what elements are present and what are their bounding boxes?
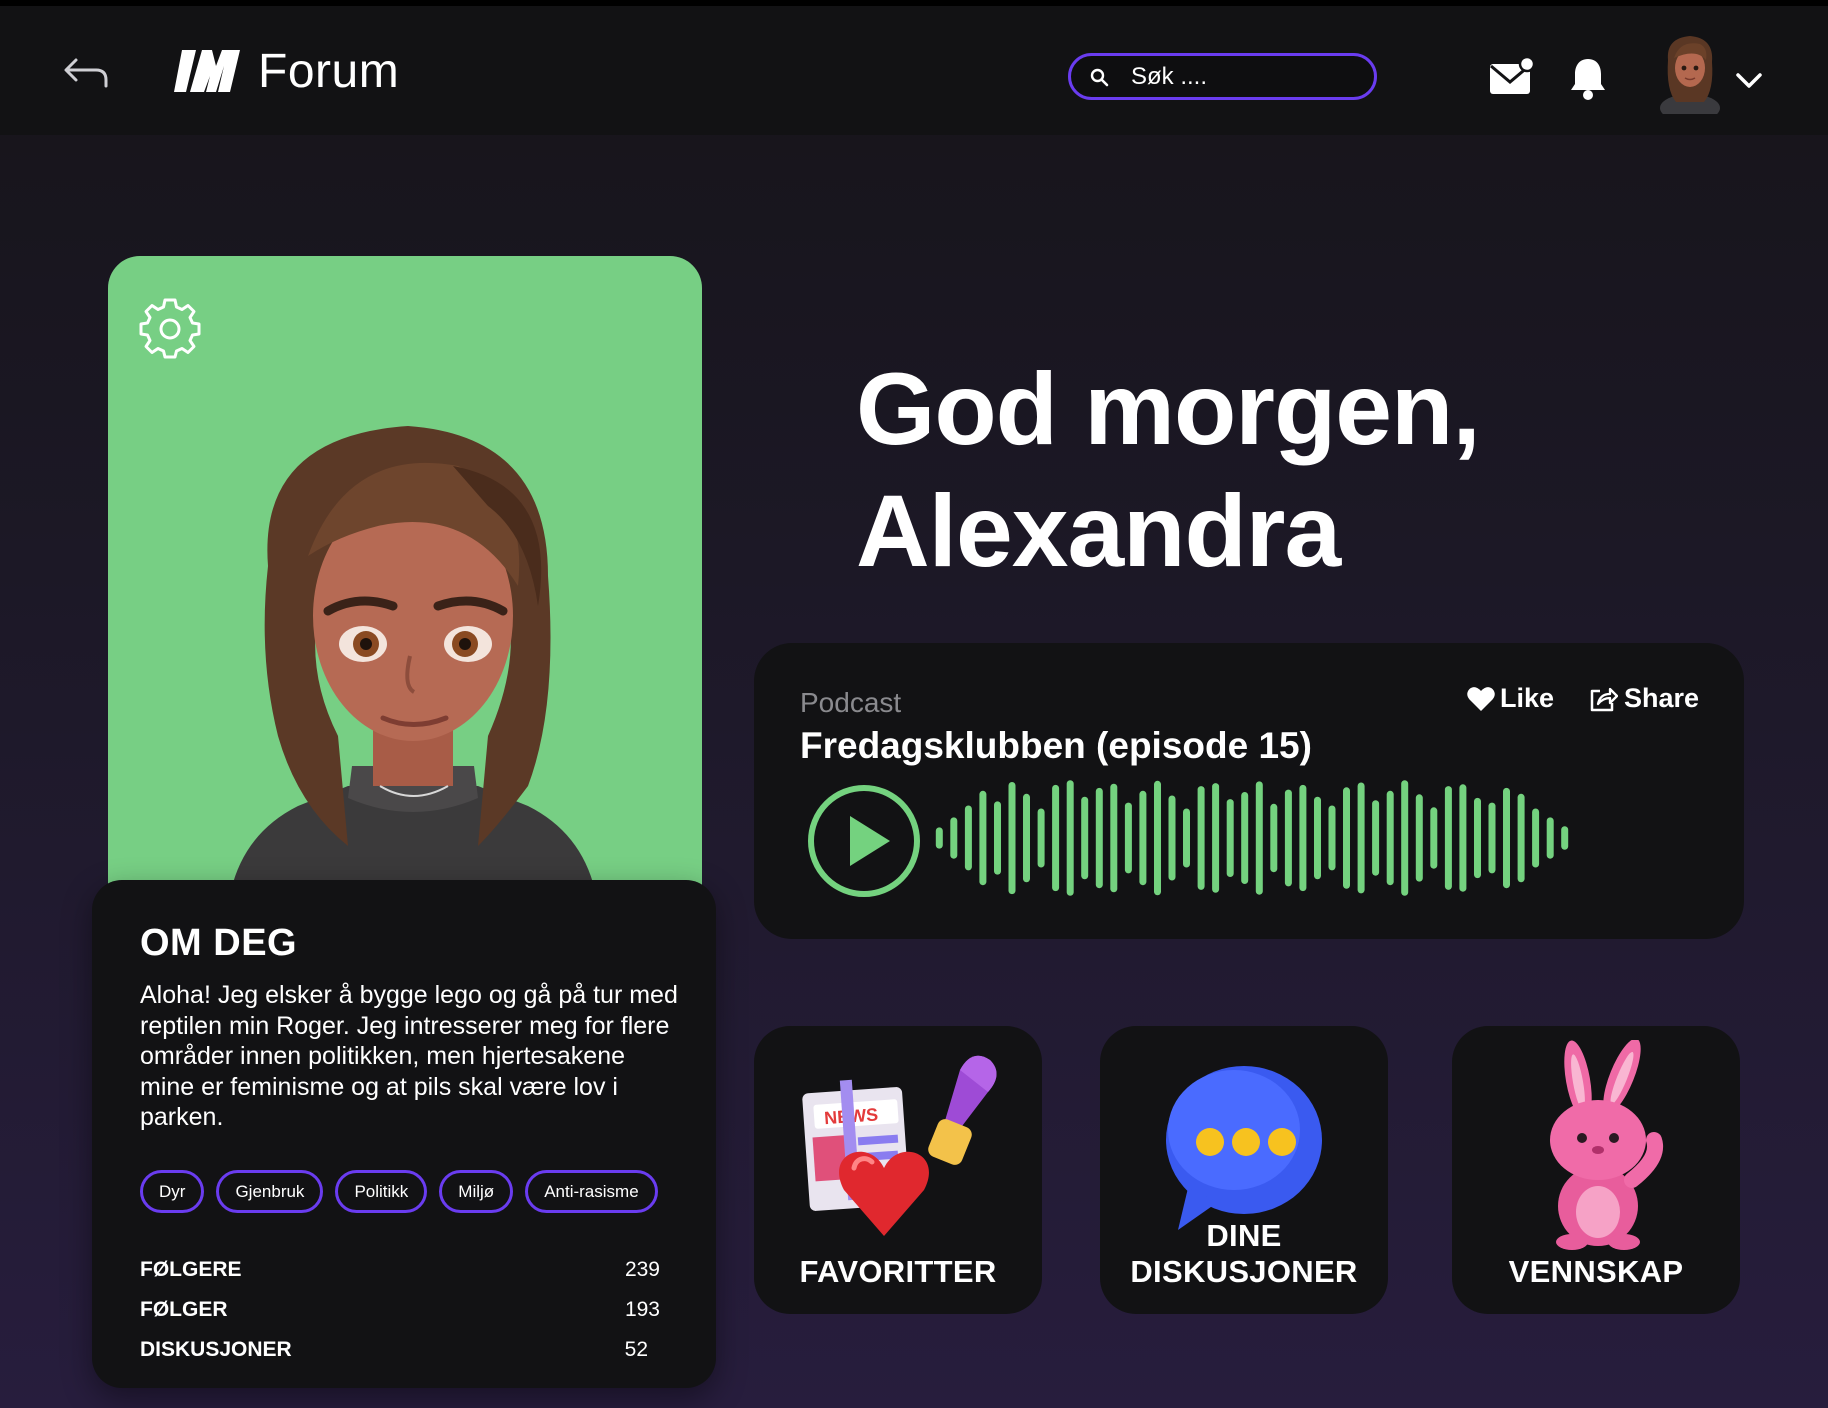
share-label: Share [1624,683,1700,713]
waveform-bar [1197,786,1205,890]
waveform-bar [1532,808,1540,868]
like-label: Like [1500,683,1555,713]
waveform-bar [1183,808,1190,868]
stat-row[interactable]: DISKUSJONER 52 [140,1330,660,1370]
waveform-bar [1154,780,1161,896]
heart-icon [1467,686,1495,711]
waveform-bar [994,801,1001,875]
waveform-bar [1255,781,1263,895]
waveform-bar [1343,787,1350,889]
waveform-bar [1328,805,1336,871]
profile-photo [108,256,702,896]
top-bar: Forum [0,0,1828,135]
about-title: OM DEG [140,922,298,964]
app-title: Forum [258,45,400,98]
waveform-bar [1357,782,1365,894]
waveform-bar [1052,784,1060,892]
waveform-bar [1474,797,1481,879]
waveform-bar [1561,826,1569,850]
search-bar[interactable] [1068,53,1377,100]
waveform-bar [1314,796,1321,880]
waveform-bar [1008,782,1016,895]
waveform-bar [1546,817,1554,859]
stat-label: DISKUSJONER [140,1338,292,1361]
bell-icon[interactable] [1568,56,1608,102]
mail-icon[interactable] [1488,56,1536,98]
waveform-bar [950,817,958,859]
tile-favoritter[interactable]: NEWS FAVORITTER [754,1026,1042,1314]
waveform-bar [1401,780,1409,896]
about-text: Aloha! Jeg elsker å bygge lego og gå på … [140,981,678,1131]
tile-vennskap[interactable]: VENNSKAP [1452,1026,1740,1314]
waveform-bar [1488,802,1496,874]
avatar[interactable] [1656,30,1724,114]
tile-label: DINE DISKUSJONER [1130,1218,1358,1289]
waveform-bar [964,805,972,871]
waveform-bar [1124,802,1132,874]
audio-waveform[interactable] [932,773,1572,903]
waveform-bar [1459,784,1467,892]
about-card: OM DEG Aloha! Jeg elsker å bygge lego og… [92,880,716,1388]
waveform-bar [1284,789,1292,887]
play-button-icon[interactable] [806,783,922,899]
tag-politikk[interactable]: Politikk [335,1170,428,1213]
share-icon [1590,687,1618,711]
share-button[interactable]: Share [1588,683,1699,714]
waveform-bar [1241,792,1249,884]
stat-label: FØLGERE [140,1258,242,1281]
waveform-bar [1517,793,1525,883]
search-input[interactable] [1131,62,1361,92]
waveform-bar [1168,795,1176,881]
waveform-bar [1110,783,1118,893]
search-icon [1090,68,1109,87]
avatar-portrait [229,426,597,896]
tile-label: VENNSKAP [1508,1254,1684,1289]
tag-miljo[interactable]: Miljø [439,1170,514,1213]
stat-value: 52 [624,1338,648,1361]
tag-gjenbruk[interactable]: Gjenbruk [216,1170,324,1213]
chevron-down-icon[interactable] [1734,70,1764,92]
back-arrow-icon[interactable] [62,52,112,92]
waveform-bar [1023,793,1030,883]
waveform-bar [1386,790,1394,886]
stat-row[interactable]: FØLGERE 239 [140,1250,660,1290]
greeting-line-1: God morgen, [856,352,1481,466]
waveform-bar [1081,796,1089,880]
tile-label: FAVORITTER [799,1254,997,1289]
forum-logo[interactable] [172,46,242,96]
tag-anti-rasisme[interactable]: Anti-rasisme [525,1170,658,1213]
tag-dyr[interactable]: Dyr [140,1170,205,1213]
podcast-label: Podcast [800,687,902,718]
greeting-heading: God morgen, Alexandra [856,348,1556,592]
waveform-bar [1430,807,1438,869]
stat-row[interactable]: FØLGER 193 [140,1290,660,1330]
greeting-name: Alexandra [856,474,1341,588]
waveform-bar [1503,787,1510,889]
podcast-card: Podcast Fredagsklubben (episode 15) Like… [754,643,1744,939]
gear-icon[interactable] [138,296,202,360]
tile-dine-diskusjoner[interactable]: DINE DISKUSJONER [1100,1026,1388,1314]
waveform-bar [1139,790,1147,886]
interest-tags: Dyr Gjenbruk Politikk Miljø Anti-rasisme [140,1170,658,1213]
waveform-bar [1226,799,1234,877]
profile-stats: FØLGERE 239 FØLGER 193 DISKUSJONER 52 [140,1250,660,1370]
waveform-bar [1037,808,1045,868]
waveform-bar [935,827,943,849]
waveform-bar [979,790,987,886]
waveform-bar [1415,794,1423,882]
waveform-bar [1095,787,1103,889]
waveform-bar [1270,803,1278,873]
waveform-bar [1212,783,1220,893]
waveform-bar [1066,780,1074,896]
waveform-bar [1444,786,1452,890]
stat-value: 193 [624,1298,660,1321]
news-heart-icon: NEWS [802,1055,997,1236]
stat-label: FØLGER [140,1298,228,1321]
like-button[interactable]: Like [1466,683,1554,714]
podcast-title: Fredagsklubben (episode 15) [800,725,1312,766]
waveform-bar [1299,784,1307,892]
stat-value: 239 [624,1258,660,1281]
waveform-bar [1372,800,1380,876]
bunny-icon [1550,1040,1663,1250]
